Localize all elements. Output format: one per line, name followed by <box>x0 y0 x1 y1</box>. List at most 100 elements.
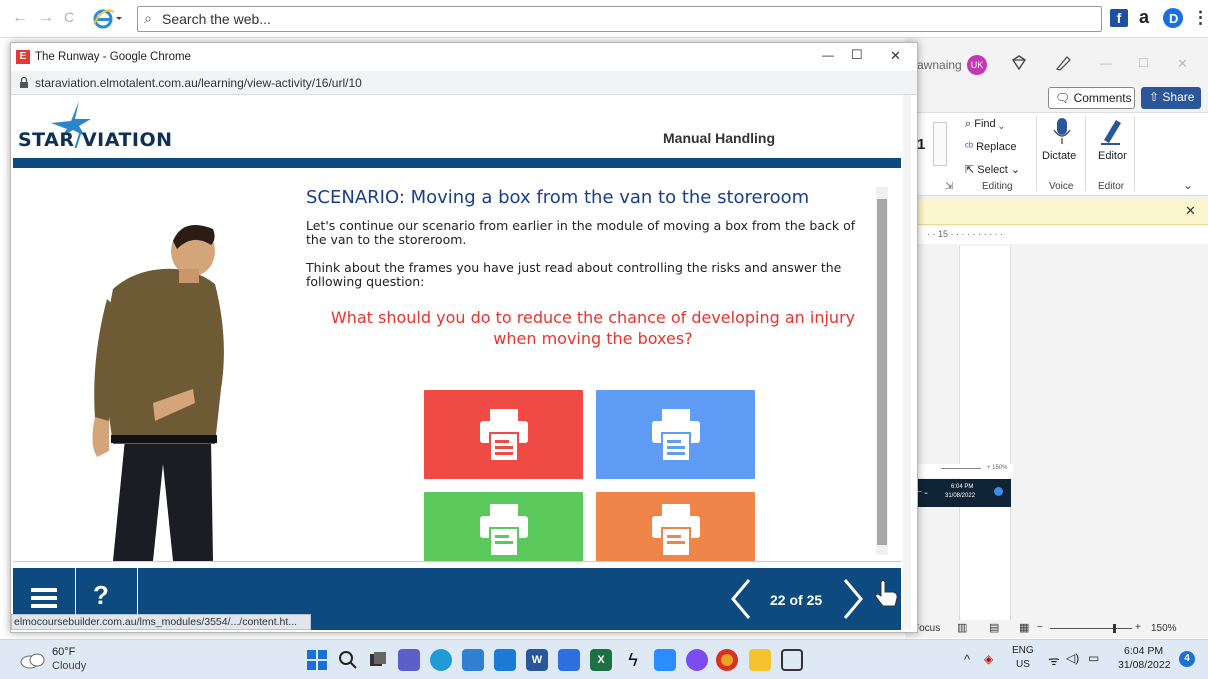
previous-slide-icon[interactable] <box>729 578 753 620</box>
popup-address-bar[interactable]: staraviation.elmotalent.com.au/learning/… <box>11 71 917 95</box>
microphone-icon[interactable] <box>1051 116 1073 146</box>
page-scrollbar[interactable] <box>903 95 911 630</box>
find-label: Find <box>974 118 996 130</box>
content-divider <box>13 561 901 562</box>
voice-group-label: Voice <box>1049 181 1074 192</box>
info-bar-close-icon[interactable]: ✕ <box>1185 203 1196 219</box>
purple-app-icon[interactable] <box>686 649 708 671</box>
facebook-icon[interactable]: f <box>1110 9 1128 27</box>
embedded-taskbar-image: ⌔ ⌁ 6:04 PM 31/08/2022 <box>913 479 1011 507</box>
print-layout-icon[interactable]: ▤ <box>989 621 999 634</box>
zoom-app-icon[interactable] <box>654 649 676 671</box>
microsoft-store-icon[interactable] <box>462 649 484 671</box>
word-window: awnaing UK — ☐ ✕ 🗨︎ Comments ⇧ Share 1 ⌕… <box>905 38 1208 638</box>
embedded-date: 31/08/2022 <box>945 493 976 499</box>
find-button[interactable]: ⌕ Find ⌄ <box>965 118 1004 131</box>
task-view-icon[interactable] <box>368 650 388 670</box>
dialog-launcher-icon[interactable]: ⇲ <box>945 181 953 192</box>
snipping-tool-icon[interactable] <box>781 649 803 671</box>
answer-tile-orange[interactable] <box>596 492 755 562</box>
battery-icon[interactable]: ▭ <box>1088 651 1099 665</box>
word-minimize-button[interactable]: — <box>1100 56 1112 70</box>
clock-time[interactable]: 6:04 PM <box>1124 645 1163 657</box>
popup-url[interactable]: staraviation.elmotalent.com.au/learning/… <box>35 76 362 90</box>
weather-condition[interactable]: Cloudy <box>52 660 86 672</box>
zoom-percentage[interactable]: 150% <box>1151 623 1177 634</box>
volume-icon[interactable]: ◁) <box>1066 651 1079 665</box>
select-button[interactable]: ⇱ Select ⌄ <box>965 163 1020 176</box>
content-scrollbar-thumb[interactable] <box>877 199 887 545</box>
popup-close-button[interactable]: ✕ <box>890 48 901 64</box>
replace-icon: ᶜᵇ <box>965 141 974 153</box>
word-restore-button[interactable]: ☐ <box>1138 56 1149 70</box>
todo-app-icon[interactable] <box>558 649 580 671</box>
cloud-weather-icon[interactable] <box>20 651 46 669</box>
editor-icon[interactable] <box>1098 116 1124 146</box>
search-input[interactable]: ⌕ Search the web... <box>137 6 1102 32</box>
star-aviation-logo: STAR/VIATION <box>18 129 173 151</box>
power-automate-icon[interactable]: ϟ <box>622 649 644 671</box>
editor-button-label[interactable]: Editor <box>1098 150 1127 162</box>
clock-date[interactable]: 31/08/2022 <box>1118 659 1171 671</box>
windows-start-icon[interactable] <box>307 650 327 670</box>
course-header: STAR/VIATION Manual Handling <box>13 95 907 155</box>
ribbon-collapse-icon[interactable]: ⌄ <box>1183 178 1193 192</box>
answer-tile-green[interactable] <box>424 492 583 562</box>
logo-text-viation: VIATION <box>81 129 173 151</box>
amazon-icon[interactable]: a <box>1139 7 1149 28</box>
temperature[interactable]: 60°F <box>52 646 75 658</box>
ie-logo-icon[interactable] <box>92 8 122 30</box>
scenario-title: SCENARIO: Moving a box from the van to t… <box>306 187 810 208</box>
search-icon: ⌕ <box>144 10 152 26</box>
web-layout-icon[interactable]: ▦ <box>1019 621 1029 634</box>
wifi-icon[interactable]: ᯤ <box>1048 651 1060 669</box>
replace-button[interactable]: ᶜᵇ Replace <box>965 141 1016 153</box>
excel-app-icon[interactable]: X <box>590 649 612 671</box>
dictate-label[interactable]: Dictate <box>1042 150 1076 162</box>
elmo-favicon-icon: E <box>16 50 30 64</box>
language-indicator[interactable]: ENG <box>1012 645 1034 656</box>
teams-chat-icon[interactable] <box>398 649 420 671</box>
back-button[interactable]: ← <box>12 9 28 27</box>
edge-browser-icon[interactable] <box>430 649 452 671</box>
taskbar-search-icon[interactable] <box>338 650 358 670</box>
answer-tile-red[interactable] <box>424 390 583 479</box>
diamond-icon[interactable] <box>1010 55 1028 71</box>
extension-d-icon[interactable]: D <box>1162 7 1184 29</box>
document-page[interactable] <box>959 246 1011 636</box>
popup-title: The Runway - Google Chrome <box>35 51 191 63</box>
hamburger-menu-icon[interactable] <box>31 586 57 610</box>
font-size-spinner[interactable] <box>933 122 947 166</box>
zoom-in-icon[interactable]: + <box>1135 622 1141 633</box>
help-button[interactable]: ? <box>93 580 109 611</box>
font-size-value[interactable]: 1 <box>917 136 925 153</box>
language-region[interactable]: US <box>1016 659 1030 670</box>
chrome-app-icon[interactable] <box>716 649 738 671</box>
show-hidden-icons[interactable]: ^ <box>964 652 970 667</box>
user-avatar[interactable]: UK <box>967 55 987 75</box>
popup-minimize-button[interactable]: — <box>822 48 834 62</box>
browser-menu-icon[interactable]: ⋮ <box>1192 8 1208 28</box>
word-app-icon[interactable]: W <box>526 649 548 671</box>
popup-maximize-button[interactable]: ☐ <box>851 47 863 63</box>
link-status-bar: elmocoursebuilder.com.au/lms_modules/355… <box>11 614 311 630</box>
answer-tile-blue[interactable] <box>596 390 755 479</box>
mail-icon[interactable] <box>494 649 516 671</box>
file-explorer-icon[interactable] <box>749 649 771 671</box>
word-close-button[interactable]: ✕ <box>1177 56 1188 72</box>
defender-alert-icon[interactable]: ◈ <box>984 652 993 666</box>
read-mode-icon[interactable]: ▥ <box>957 621 967 634</box>
next-slide-icon[interactable] <box>841 578 865 620</box>
notification-badge[interactable]: 4 <box>1179 651 1195 667</box>
zoom-slider[interactable] <box>1050 628 1132 629</box>
share-button[interactable]: ⇧ Share <box>1141 87 1201 109</box>
popup-title-bar: E The Runway - Google Chrome — ☐ ✕ <box>11 43 917 71</box>
zoom-slider-thumb[interactable] <box>1113 624 1116 633</box>
forward-button[interactable]: → <box>38 9 54 27</box>
content-scrollbar[interactable] <box>876 187 888 555</box>
reload-button[interactable]: C <box>64 9 74 25</box>
ruler: · · 15 · · · · · · · · · · <box>905 226 1208 244</box>
zoom-out-icon[interactable]: − <box>1037 622 1043 633</box>
comments-button[interactable]: 🗨︎ Comments <box>1048 87 1135 109</box>
pen-icon[interactable] <box>1055 55 1073 71</box>
